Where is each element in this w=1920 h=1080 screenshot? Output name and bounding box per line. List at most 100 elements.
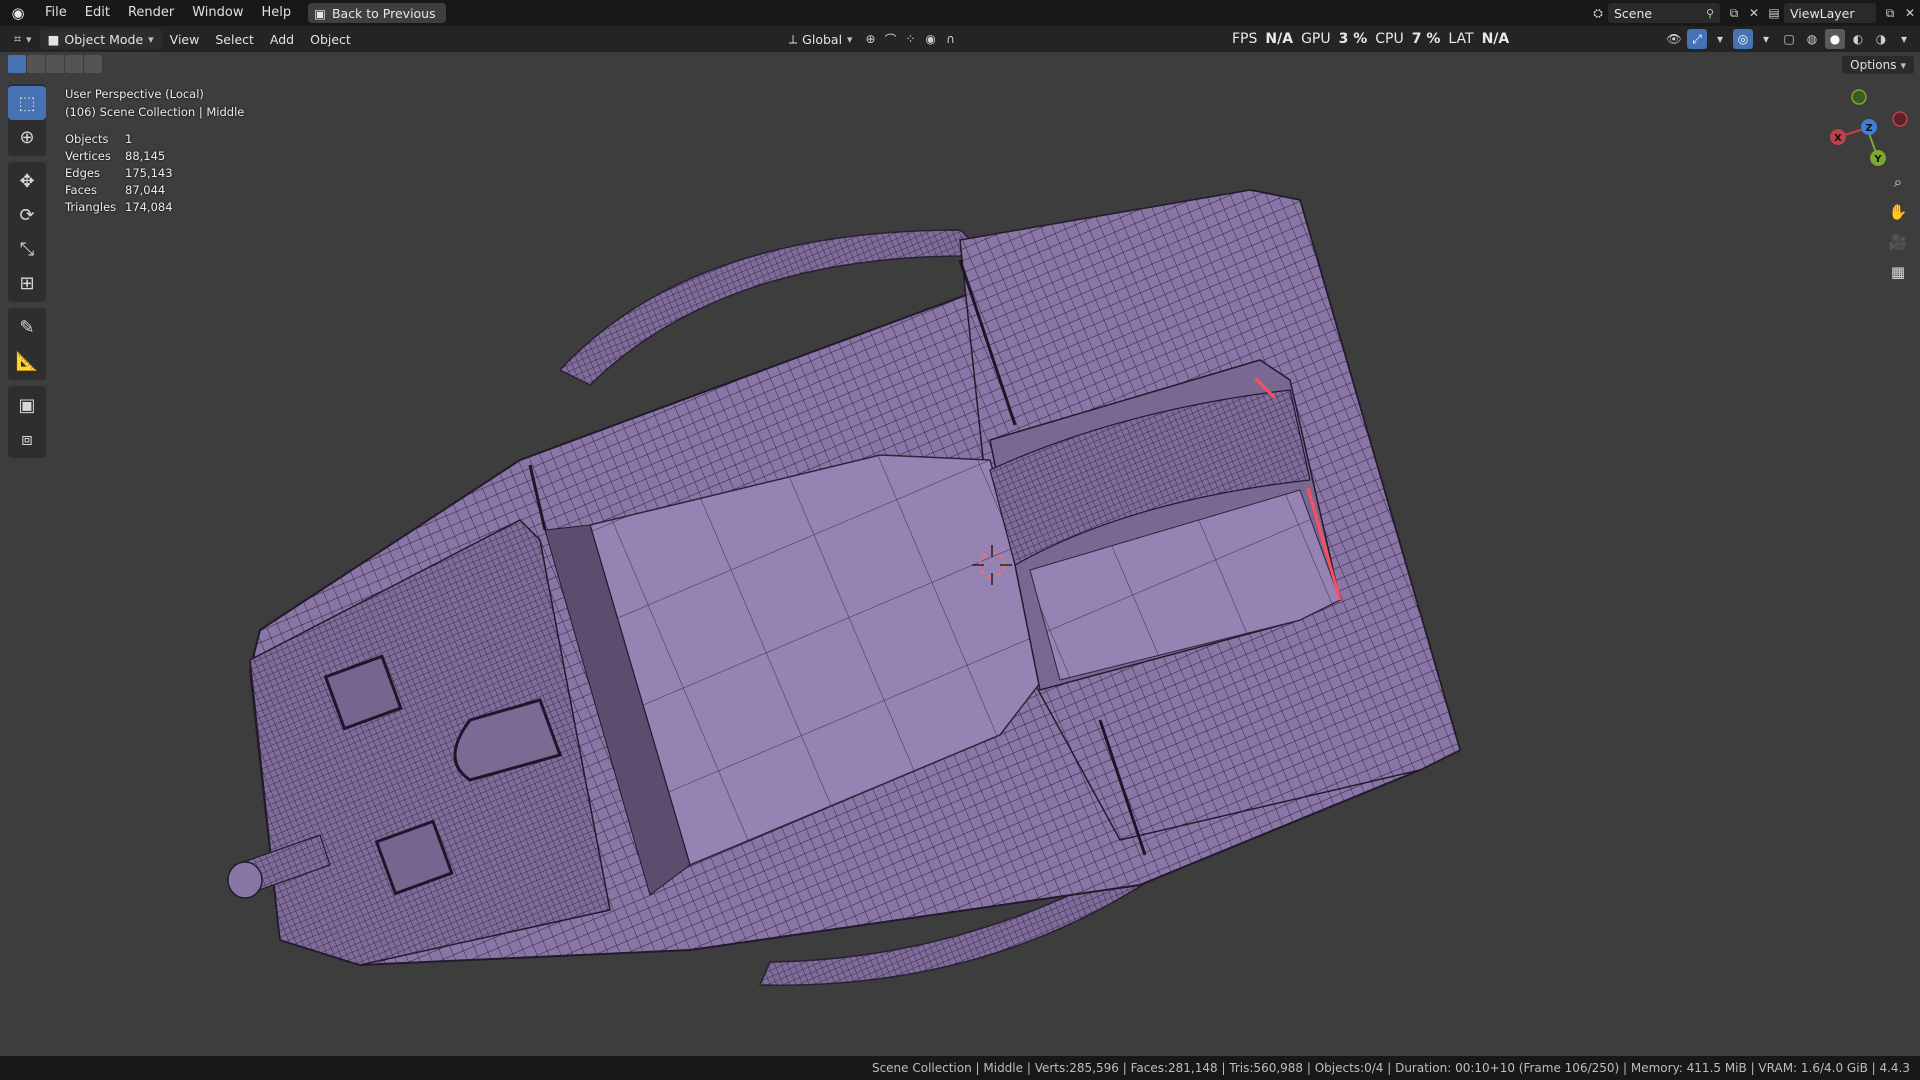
gizmo-toggle-icon[interactable]: ⤢ bbox=[1687, 29, 1707, 49]
cpu-label: CPU bbox=[1375, 31, 1404, 47]
tool-group-annotate: ✎ 📐 bbox=[8, 308, 46, 380]
pan-hand-icon[interactable]: ✋ bbox=[1884, 198, 1912, 226]
camera-view-icon[interactable]: 🎥 bbox=[1884, 228, 1912, 256]
menu-add[interactable]: Add bbox=[262, 29, 302, 49]
new-scene-icon[interactable]: ⧉ bbox=[1724, 3, 1744, 23]
tool-shelf: ⬚ ⊕ ✥ ⟳ ⤡ ⊞ ✎ 📐 ▣ ⧈ bbox=[8, 84, 46, 464]
falloff-icon[interactable]: ∩ bbox=[941, 29, 961, 49]
material-shading-icon[interactable]: ◐ bbox=[1848, 29, 1868, 49]
stat-label: Faces bbox=[65, 183, 97, 197]
zoom-icon[interactable]: ⌕ bbox=[1884, 168, 1912, 196]
viewport-stats: Objects 1 Vertices 88,145 Edges 175,143 Fac… bbox=[65, 131, 173, 216]
editor-type-button[interactable]: ⌗ ▾ bbox=[6, 29, 40, 49]
top-menubar: ◉ File Edit Render Window Help ▣ Back to… bbox=[0, 0, 1920, 26]
visibility-icon[interactable]: 👁 bbox=[1664, 29, 1684, 49]
stat-row: Vertices 88,145 bbox=[65, 148, 173, 165]
viewport-mesh[interactable] bbox=[0, 52, 1920, 1056]
mesh-knob-cap bbox=[227, 861, 263, 899]
blender-logo-icon[interactable]: ◉ bbox=[0, 0, 36, 26]
solid-shading-icon[interactable]: ● bbox=[1825, 29, 1845, 49]
stat-label: Triangles bbox=[65, 200, 117, 214]
stat-value: 87,044 bbox=[125, 183, 166, 197]
cpu-value: 7 % bbox=[1411, 31, 1441, 47]
perspective-grid-icon[interactable]: ▦ bbox=[1884, 258, 1912, 286]
menu-help[interactable]: Help bbox=[253, 0, 301, 26]
collection-line: (106) Scene Collection | Middle bbox=[65, 105, 245, 119]
navigation-gizmo[interactable]: X Z Y bbox=[1822, 88, 1912, 178]
gizmo-neg-y-handle bbox=[1851, 89, 1867, 105]
menu-object[interactable]: Object bbox=[302, 29, 359, 49]
select-box-tool-icon[interactable]: ⬚ bbox=[8, 86, 46, 120]
status-text: Scene Collection | Middle | Verts:285,59… bbox=[871, 1061, 1910, 1075]
viewport-header: ⌗ ▾ ■ Object Mode ▾ View Select Add Objec… bbox=[0, 26, 1920, 52]
menu-edit[interactable]: Edit bbox=[76, 0, 119, 26]
delete-viewlayer-icon[interactable]: ✕ bbox=[1900, 3, 1920, 23]
wireframe-shading-icon[interactable]: ◍ bbox=[1802, 29, 1822, 49]
scale-tool-icon[interactable]: ⤡ bbox=[8, 232, 46, 266]
move-tool-icon[interactable]: ✥ bbox=[8, 164, 46, 198]
stat-value: 1 bbox=[125, 132, 133, 146]
menu-view[interactable]: View bbox=[162, 29, 208, 49]
stat-value: 88,145 bbox=[125, 149, 166, 163]
viewlayer-name: ViewLayer bbox=[1790, 5, 1855, 21]
stat-label: Vertices bbox=[65, 149, 111, 163]
object-mode-icon: ■ bbox=[47, 31, 60, 47]
back-to-previous-button[interactable]: ▣ Back to Previous bbox=[308, 3, 446, 23]
stat-label: Edges bbox=[65, 166, 100, 180]
tool-group-select: ⬚ ⊕ bbox=[8, 84, 46, 156]
stat-row: Edges 175,143 bbox=[65, 165, 173, 182]
transform-orientation-selector[interactable]: ⟂ Global ▾ bbox=[781, 29, 861, 49]
gpu-label: GPU bbox=[1301, 31, 1331, 47]
stat-row: Triangles 174,084 bbox=[65, 199, 173, 216]
new-viewlayer-icon[interactable]: ⧉ bbox=[1880, 3, 1900, 23]
menu-render[interactable]: Render bbox=[119, 0, 183, 26]
viewlayer-type-icon[interactable]: ▤ bbox=[1764, 3, 1784, 23]
viewport-info: User Perspective (Local) (106) Scene Col… bbox=[65, 85, 244, 121]
tool-group-add: ▣ ⧈ bbox=[8, 386, 46, 458]
stat-row: Objects 1 bbox=[65, 131, 173, 148]
scene-type-icon[interactable]: ⛭ bbox=[1588, 3, 1608, 23]
mode-selector[interactable]: ■ Object Mode ▾ bbox=[39, 29, 162, 49]
menu-window[interactable]: Window bbox=[183, 0, 252, 26]
scene-name: Scene bbox=[1614, 5, 1653, 21]
lat-value: N/A bbox=[1481, 31, 1510, 47]
chevron-down-icon: ▾ bbox=[148, 32, 154, 46]
gizmo-z-label: Z bbox=[1865, 123, 1872, 134]
chevron-down-icon[interactable]: ▾ bbox=[1756, 29, 1776, 49]
view-name: User Perspective (Local) bbox=[65, 87, 204, 101]
snap-icon[interactable]: ⌒ bbox=[881, 29, 901, 49]
pivot-point-icon[interactable]: ⊕ bbox=[861, 29, 881, 49]
fps-label: FPS bbox=[1232, 31, 1258, 47]
add-primitive-tool-icon[interactable]: ⧈ bbox=[8, 422, 46, 456]
screen-icon: ▣ bbox=[314, 5, 326, 21]
stat-value: 174,084 bbox=[125, 200, 173, 214]
delete-scene-icon[interactable]: ✕ bbox=[1744, 3, 1764, 23]
status-bar: Scene Collection | Middle | Verts:285,59… bbox=[0, 1056, 1920, 1080]
add-cube-tool-icon[interactable]: ▣ bbox=[8, 388, 46, 422]
cursor-tool-icon[interactable]: ⊕ bbox=[8, 120, 46, 154]
rendered-shading-icon[interactable]: ◑ bbox=[1871, 29, 1891, 49]
snap-target-icon[interactable]: ⁘ bbox=[901, 29, 921, 49]
chevron-down-icon: ▾ bbox=[26, 32, 32, 46]
menu-file[interactable]: File bbox=[36, 0, 76, 26]
transform-tool-icon[interactable]: ⊞ bbox=[8, 266, 46, 300]
gpu-value: 3 % bbox=[1338, 31, 1368, 47]
stat-label: Objects bbox=[65, 132, 109, 146]
scene-selector[interactable]: Scene ⚲ bbox=[1608, 3, 1720, 23]
performance-readout: FPS N/A GPU 3 % CPU 7 % LAT N/A bbox=[1232, 26, 1509, 52]
rotate-tool-icon[interactable]: ⟳ bbox=[8, 198, 46, 232]
annotate-tool-icon[interactable]: ✎ bbox=[8, 310, 46, 344]
tool-group-transform: ✥ ⟳ ⤡ ⊞ bbox=[8, 162, 46, 302]
orientation-icon: ⟂ bbox=[788, 31, 798, 46]
xray-toggle-icon[interactable]: ▢ bbox=[1779, 29, 1799, 49]
chevron-down-icon[interactable]: ▾ bbox=[1710, 29, 1730, 49]
proportional-editing-icon[interactable]: ◉ bbox=[921, 29, 941, 49]
menu-select[interactable]: Select bbox=[207, 29, 262, 49]
viewlayer-selector[interactable]: ViewLayer bbox=[1784, 3, 1876, 23]
stat-row: Faces 87,044 bbox=[65, 182, 173, 199]
chevron-down-icon[interactable]: ▾ bbox=[1894, 29, 1914, 49]
editor-type-icon: ⌗ bbox=[14, 31, 22, 46]
pin-icon[interactable]: ⚲ bbox=[1706, 7, 1714, 20]
overlays-toggle-icon[interactable]: ◎ bbox=[1733, 29, 1753, 49]
measure-tool-icon[interactable]: 📐 bbox=[8, 344, 46, 378]
